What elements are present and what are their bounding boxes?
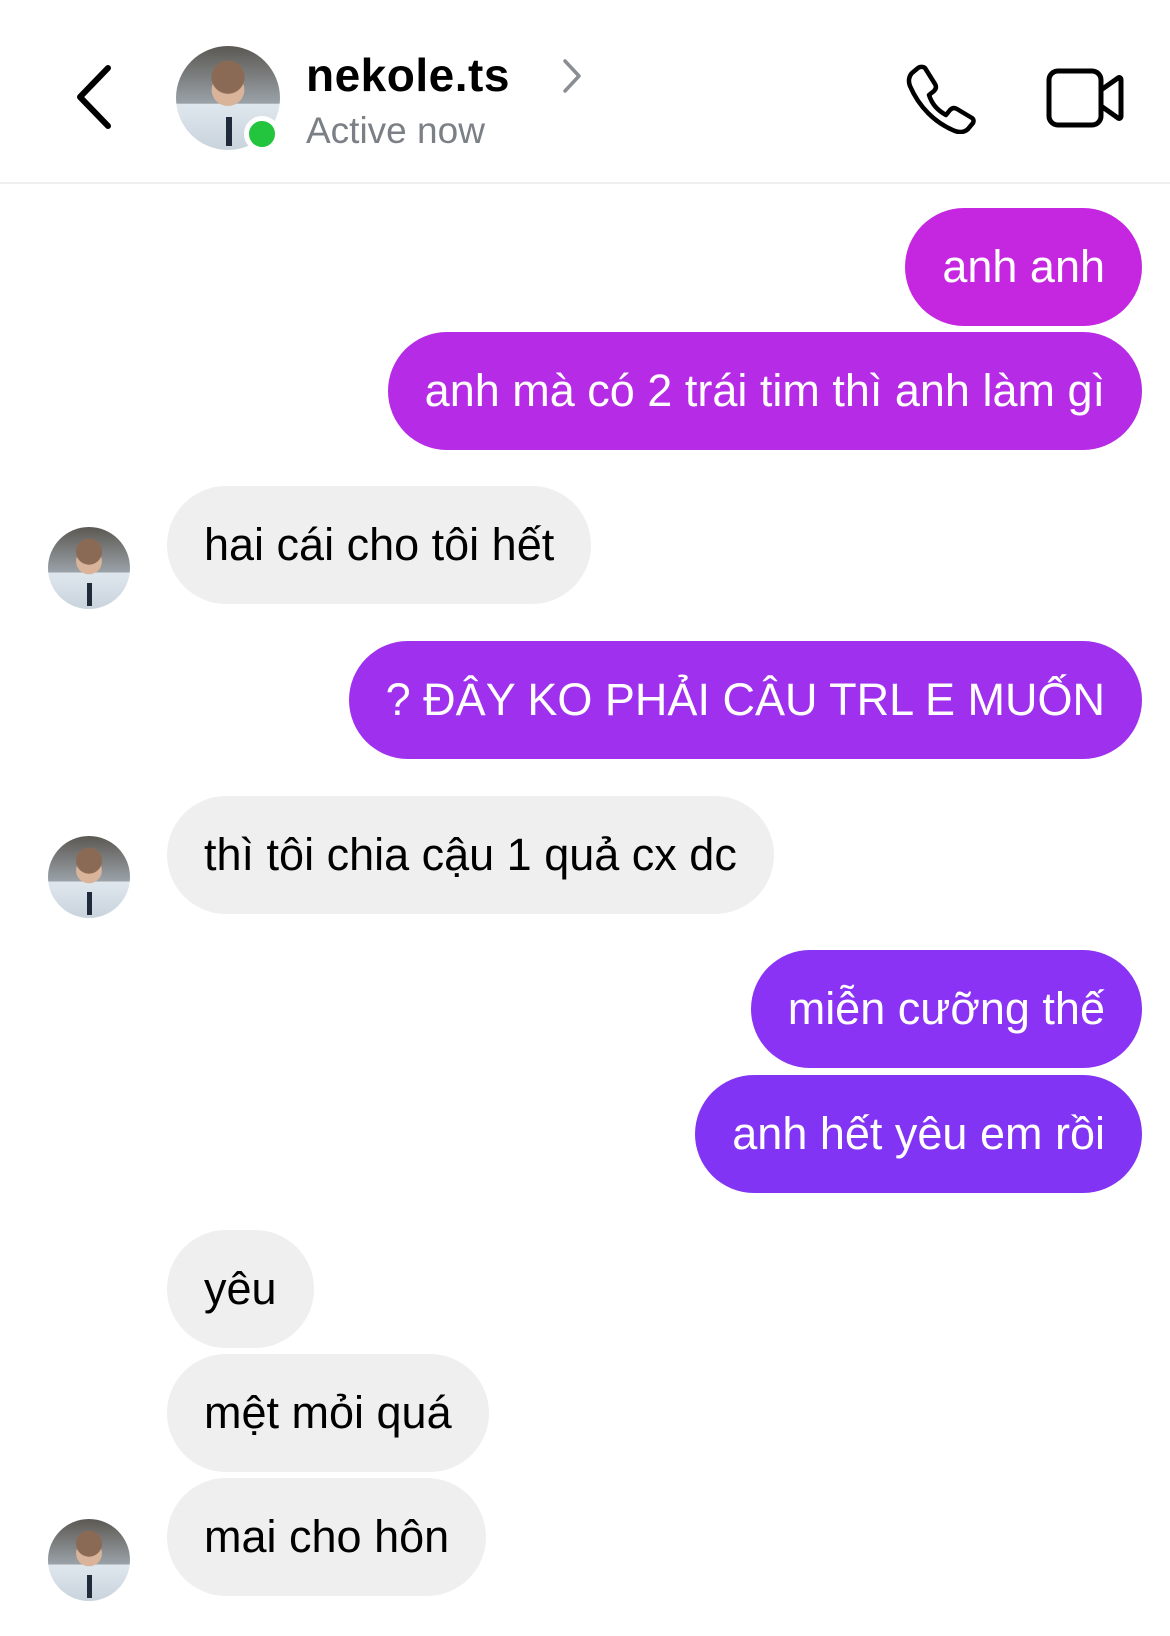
incoming-message[interactable]: mai cho hôn	[167, 1478, 487, 1596]
outgoing-message[interactable]: ? ĐÂY KO PHẢI CÂU TRL E MUỐN	[348, 641, 1142, 759]
incoming-message[interactable]: mệt mỏi quá	[167, 1354, 489, 1472]
incoming-message[interactable]: hai cái cho tôi hết	[167, 486, 592, 604]
outgoing-message[interactable]: anh anh	[905, 208, 1142, 326]
chevron-right-icon	[563, 59, 581, 93]
sender-avatar[interactable]	[48, 1519, 130, 1601]
back-button[interactable]	[70, 62, 120, 132]
sender-avatar[interactable]	[48, 527, 130, 609]
voice-call-button[interactable]	[905, 62, 977, 135]
incoming-message[interactable]: yêu	[167, 1230, 314, 1348]
outgoing-message[interactable]: anh mà có 2 trái tim thì anh làm gì	[387, 332, 1142, 450]
contact-username[interactable]: nekole.ts	[306, 48, 510, 102]
back-chevron-icon	[77, 65, 111, 129]
online-status-dot	[244, 116, 280, 152]
outgoing-message[interactable]: miễn cưỡng thế	[750, 950, 1142, 1068]
phone-icon	[906, 64, 976, 135]
profile-chevron[interactable]	[560, 56, 584, 96]
incoming-message[interactable]: thì tôi chia cậu 1 quả cx dc	[167, 796, 774, 914]
video-call-button[interactable]	[1046, 66, 1124, 130]
chat-screen: nekole.ts Active now anh anh anh mà có 2…	[0, 0, 1170, 1636]
video-camera-icon	[1046, 68, 1124, 128]
active-status: Active now	[306, 110, 485, 151]
chat-header: nekole.ts Active now	[0, 0, 1170, 184]
sender-avatar[interactable]	[48, 836, 130, 918]
outgoing-message[interactable]: anh hết yêu em rồi	[695, 1075, 1142, 1193]
